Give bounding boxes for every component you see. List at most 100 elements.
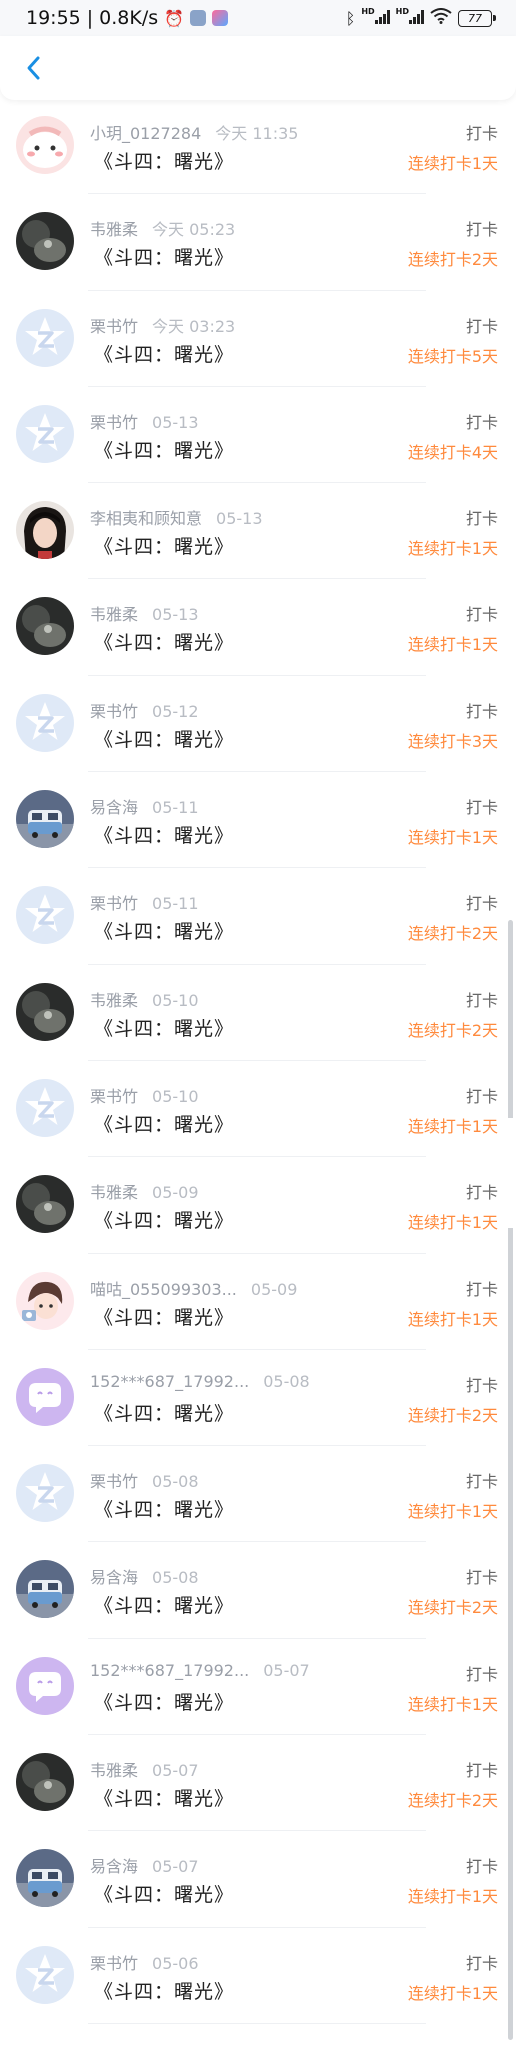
status-bar: 19:55 | 0.8K/s ⏰ ᛒ HD HD 77 (0, 0, 516, 36)
list-item[interactable]: 易含海 05-11 《斗四：曙光》 打卡 连续打卡1天 (0, 772, 516, 869)
checkin-label: 打卡 (465, 124, 498, 143)
list-item[interactable]: 栗书竹 今天 03:23 《斗四：曙光》 打卡 连续打卡5天 (0, 291, 516, 388)
user-name: 栗书竹 (90, 412, 139, 432)
book-title: 《斗四：曙光》 (94, 1306, 235, 1329)
avatar (16, 1367, 74, 1426)
list-item[interactable]: 152***687_17992... 05-08 《斗四：曙光》 打卡 连续打卡2… (0, 1350, 516, 1447)
checkin-label: 打卡 (465, 605, 498, 625)
streak-text: 连续打卡2天 (407, 1791, 498, 1811)
list-item[interactable]: 栗书竹 05-10 《斗四：曙光》 打卡 连续打卡1天 (0, 1061, 516, 1158)
user-name: 栗书竹 (90, 1472, 139, 1492)
user-name: 152***687_17992... (90, 1660, 250, 1680)
list-item[interactable]: 小玥_0127284 今天 11:35 《斗四：曙光》 打卡 连续打卡1天 (0, 98, 516, 195)
list-item[interactable]: 易含海 05-07 《斗四：曙光》 打卡 连续打卡1天 (0, 1831, 516, 1928)
status-left: 19:55 | 0.8K/s ⏰ (26, 7, 229, 29)
back-arrow-icon (27, 56, 40, 80)
avatar (16, 404, 74, 463)
avatar (16, 308, 74, 367)
streak-text: 连续打卡1天 (407, 1694, 498, 1714)
user-name: 韦雅柔 (90, 1761, 139, 1781)
user-name: 韦雅柔 (90, 1183, 139, 1203)
post-time: 05-06 (152, 1953, 199, 1973)
post-time: 今天 03:23 (152, 316, 236, 336)
avatar (16, 1560, 74, 1619)
streak-text: 连续打卡2天 (407, 1020, 498, 1040)
list-item[interactable]: 韦雅柔 05-10 《斗四：曙光》 打卡 连续打卡2天 (0, 965, 516, 1062)
user-name: 喵咕_055099303... (90, 1279, 237, 1299)
streak-text: 连续打卡5天 (407, 346, 498, 366)
checkin-label: 打卡 (465, 1086, 498, 1106)
streak-text: 连续打卡1天 (407, 828, 498, 848)
book-title: 《斗四：曙光》 (94, 1017, 235, 1040)
post-time: 05-11 (152, 894, 199, 914)
post-time: 05-07 (152, 1857, 199, 1877)
list-item[interactable]: 韦雅柔 05-07 《斗四：曙光》 打卡 连续打卡2天 (0, 1735, 516, 1832)
avatar (16, 212, 74, 271)
top-nav (0, 36, 516, 100)
streak-text: 连续打卡1天 (407, 1309, 498, 1329)
avatar (16, 116, 74, 174)
book-title: 《斗四：曙光》 (94, 728, 235, 751)
checkin-label: 打卡 (465, 1375, 498, 1395)
scrollbar[interactable] (508, 920, 513, 2040)
list-item[interactable]: 韦雅柔 05-13 《斗四：曙光》 打卡 连续打卡1天 (0, 579, 516, 677)
list-item[interactable]: 栗书竹 05-11 《斗四：曙光》 打卡 连续打卡2天 (0, 868, 516, 965)
post-time: 05-13 (152, 605, 199, 625)
book-title: 《斗四：曙光》 (94, 1691, 235, 1714)
app-notification-icon (212, 10, 229, 26)
streak-text: 连续打卡1天 (407, 154, 498, 173)
list-item[interactable]: 栗书竹 05-06 《斗四：曙光》 打卡 连续打卡1天 (0, 1928, 516, 2025)
post-time: 05-12 (152, 701, 199, 721)
streak-text: 连续打卡2天 (407, 924, 498, 944)
post-time: 05-08 (152, 1472, 199, 1492)
signal-icon: HD (361, 7, 390, 29)
streak-text: 连续打卡1天 (407, 1116, 498, 1136)
user-name: 李相夷和顾知意 (90, 509, 203, 529)
user-name: 韦雅柔 (90, 990, 139, 1010)
bluetooth-icon: ᛒ (345, 8, 356, 28)
post-time: 05-08 (263, 1371, 310, 1391)
list-item[interactable]: 喵咕_055099303... 05-09 《斗四：曙光》 打卡 连续打卡1天 (0, 1254, 516, 1351)
checkin-label: 打卡 (465, 1472, 498, 1492)
post-time: 今天 11:35 (215, 124, 299, 143)
wifi-icon (430, 7, 452, 29)
post-time: 05-13 (216, 509, 263, 529)
checkin-label: 打卡 (465, 990, 498, 1010)
avatar (16, 1078, 74, 1137)
user-name: 栗书竹 (90, 701, 139, 721)
avatar (16, 693, 74, 752)
book-title: 《斗四：曙光》 (94, 1595, 235, 1618)
post-time: 05-10 (152, 990, 199, 1010)
book-title: 《斗四：曙光》 (94, 439, 235, 462)
streak-text: 连续打卡2天 (407, 250, 498, 270)
user-name: 小玥_0127284 (90, 124, 202, 143)
battery-icon: 77 (458, 9, 496, 27)
back-button[interactable] (14, 48, 54, 88)
network-speed: 0.8K/s (99, 7, 159, 29)
list-item[interactable]: 栗书竹 05-08 《斗四：曙光》 打卡 连续打卡1天 (0, 1446, 516, 1543)
list-item[interactable]: 韦雅柔 05-09 《斗四：曙光》 打卡 连续打卡1天 (0, 1157, 516, 1254)
checkin-label: 打卡 (465, 316, 498, 336)
checkin-label: 打卡 (465, 1857, 498, 1877)
checkin-label: 打卡 (465, 1953, 498, 1973)
list-item[interactable]: 栗书竹 05-12 《斗四：曙光》 打卡 连续打卡3天 (0, 676, 516, 773)
list-item[interactable]: 李相夷和顾知意 05-13 《斗四：曙光》 打卡 连续打卡1天 (0, 483, 516, 580)
user-name: 易含海 (90, 1568, 139, 1588)
list-item[interactable]: 152***687_17992... 05-07 《斗四：曙光》 打卡 连续打卡1… (0, 1639, 516, 1736)
book-title: 《斗四：曙光》 (94, 1884, 235, 1907)
list-item[interactable]: 栗书竹 05-13 《斗四：曙光》 打卡 连续打卡4天 (0, 387, 516, 484)
checkin-label: 打卡 (465, 701, 498, 721)
book-title: 《斗四：曙光》 (94, 1788, 235, 1811)
alarm-icon: ⏰ (164, 8, 185, 28)
status-time: 19:55 (26, 7, 81, 29)
list-item[interactable]: 易含海 05-08 《斗四：曙光》 打卡 连续打卡2天 (0, 1542, 516, 1640)
book-title: 《斗四：曙光》 (94, 1402, 235, 1425)
user-name: 栗书竹 (90, 1086, 139, 1106)
status-separator: | (86, 7, 94, 29)
status-right: ᛒ HD HD 77 (345, 7, 496, 29)
app-notification-icon (190, 10, 207, 26)
list-item[interactable]: 韦雅柔 今天 05:23 《斗四：曙光》 打卡 连续打卡2天 (0, 194, 516, 291)
checkin-label: 打卡 (465, 220, 498, 240)
book-title: 《斗四：曙光》 (94, 1980, 235, 2003)
post-time: 05-13 (152, 412, 199, 432)
